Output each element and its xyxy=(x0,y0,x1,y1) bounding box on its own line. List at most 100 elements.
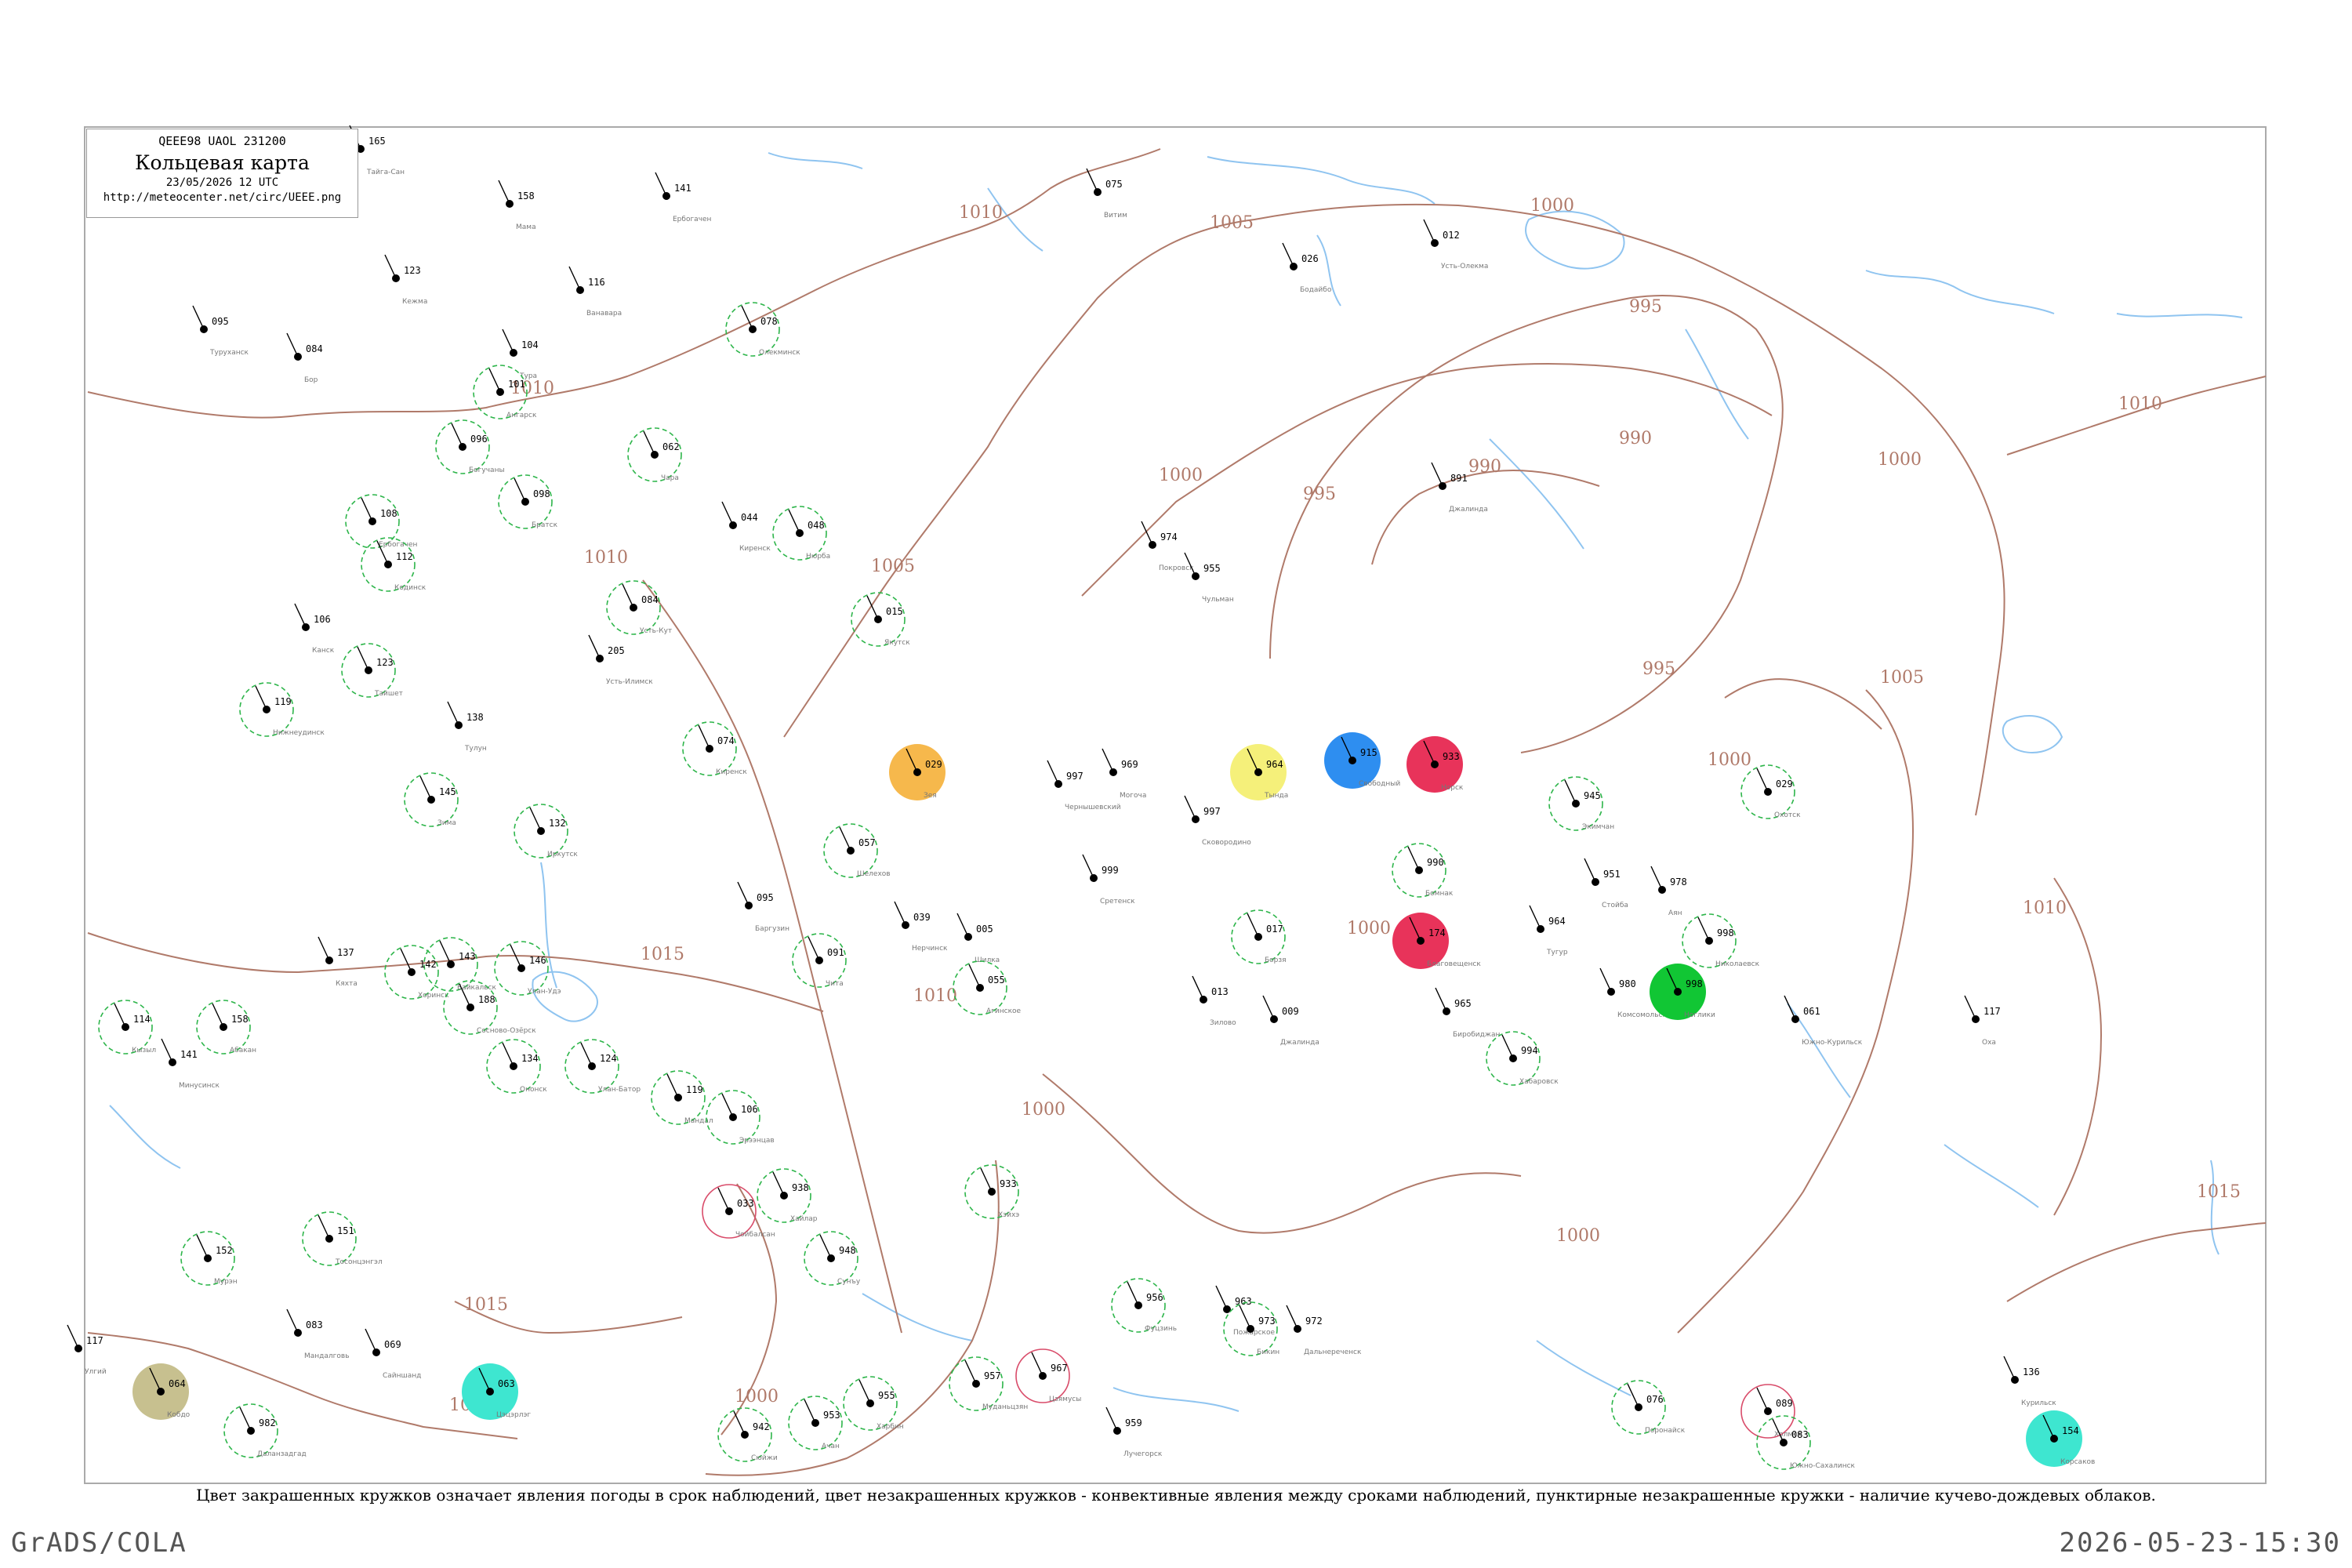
station-57[interactable]: 055 Агинское xyxy=(953,960,1022,1015)
station-5[interactable]: 012 Усть-Олекма xyxy=(1423,219,1488,270)
station-43[interactable]: 999 Сретенск xyxy=(1082,854,1135,906)
station-47[interactable]: 095 Баргузин xyxy=(737,881,789,933)
station-49[interactable]: 005 Шилка xyxy=(956,913,1000,964)
station-36[interactable]: 915 Свободный xyxy=(1324,732,1400,789)
station-69[interactable]: 137 Кяхта xyxy=(318,936,358,988)
station-88[interactable]: 083 Южно-Сахалинск xyxy=(1756,1415,1856,1470)
station-39[interactable]: 029 Охотск xyxy=(1740,764,1801,819)
station-25[interactable]: 205 Усть-Илимск xyxy=(588,634,653,686)
station-7[interactable]: 084 Бор xyxy=(286,332,323,384)
station-99[interactable]: 083 Мандалговь xyxy=(286,1308,350,1360)
station-93[interactable]: 955 Харбин xyxy=(843,1376,904,1431)
station-66[interactable]: 114 Кызыл xyxy=(98,1000,156,1054)
station-52[interactable]: 964 Тугур xyxy=(1529,905,1568,956)
station-79[interactable]: 948 Сунъу xyxy=(804,1231,861,1286)
station-73[interactable]: 124 Улан-Батор xyxy=(564,1039,641,1094)
station-95[interactable]: 064 Кобдо xyxy=(132,1363,191,1420)
station-38[interactable]: 945 Экимчан xyxy=(1548,776,1614,831)
station-45[interactable]: 951 Стойба xyxy=(1584,858,1628,909)
map-url[interactable]: http://meteocenter.net/circ/UEEE.png xyxy=(87,191,358,204)
station-76[interactable]: 033 Чойбалсан xyxy=(702,1184,775,1239)
station-31[interactable]: 029 Зея xyxy=(889,744,946,800)
station-name: Нюрба xyxy=(806,553,830,561)
station-86[interactable]: 076 Поронайск xyxy=(1611,1380,1686,1435)
station-15[interactable]: 044 Киренск xyxy=(721,501,771,553)
station-80[interactable]: 967 Цзямусы xyxy=(1015,1348,1081,1403)
wind-barb-icon xyxy=(666,1073,679,1098)
station-59[interactable]: 009 Джалинда xyxy=(1262,995,1319,1047)
station-13[interactable]: 096 Богучаны xyxy=(435,419,505,474)
station-82[interactable]: 963Пожарское xyxy=(1215,1285,1276,1337)
station-27[interactable]: 123 Тайшет xyxy=(341,643,403,698)
station-61[interactable]: 994 Хабаровск xyxy=(1486,1031,1559,1086)
station-63[interactable]: 998 Ноглики xyxy=(1650,964,1715,1020)
station-name: Шелехов xyxy=(857,870,891,878)
station-50[interactable]: 017 Борзя xyxy=(1231,909,1287,964)
station-46[interactable]: 978 Аян xyxy=(1650,866,1687,917)
station-2[interactable]: 141 Ербогачен xyxy=(655,172,712,223)
station-74[interactable]: 119 Мандал xyxy=(651,1070,713,1125)
station-81[interactable]: 956 Фуцзинь xyxy=(1111,1278,1177,1333)
station-21[interactable]: 108 Ербогачен xyxy=(345,494,418,549)
station-41[interactable]: 132 Иркутск xyxy=(514,804,578,858)
station-pressure: 084 xyxy=(306,343,323,354)
station-32[interactable]: 997 Чернышевский xyxy=(1047,760,1121,811)
station-1[interactable]: 158 Мама xyxy=(498,180,536,231)
station-84[interactable]: 972 Дальнереченск xyxy=(1286,1305,1362,1356)
station-40[interactable]: 145 Зима xyxy=(404,772,459,827)
station-90[interactable]: 136 Курильск xyxy=(2003,1356,2056,1407)
station-98[interactable]: 069 Сайншанд xyxy=(365,1328,421,1380)
station-65[interactable]: 117 Оха xyxy=(1964,995,2001,1047)
station-9[interactable]: 116 Ванавара xyxy=(568,266,622,318)
station-53[interactable]: 998 Николаевск xyxy=(1682,913,1760,968)
station-58[interactable]: 013 Зилово xyxy=(1192,975,1236,1027)
station-77[interactable]: 938 Хайлар xyxy=(757,1168,818,1223)
station-17[interactable]: 015 Якутск xyxy=(851,592,910,647)
station-26[interactable]: 106 Канск xyxy=(294,603,335,655)
station-11[interactable]: 104Тура xyxy=(502,328,539,380)
station-name: Баргузин xyxy=(755,925,789,933)
station-92[interactable]: 953 Ачан xyxy=(788,1396,843,1450)
station-85[interactable]: 959 Лучегорск xyxy=(1105,1406,1163,1458)
station-33[interactable]: 969 Могоча xyxy=(1102,748,1146,800)
station-68[interactable]: 141 Минусинск xyxy=(161,1038,220,1090)
station-67[interactable]: 158 Абакан xyxy=(196,1000,256,1054)
station-100[interactable]: 117 Улгий xyxy=(67,1324,107,1376)
station-78[interactable]: 933 Хэйхэ xyxy=(964,1164,1019,1219)
station-101[interactable]: 152 Мурэн xyxy=(180,1231,238,1286)
station-30[interactable]: 074 Киренск xyxy=(682,721,747,776)
station-75[interactable]: 106 Эрээнцав xyxy=(706,1090,775,1145)
station-60[interactable]: 965 Биробиджан xyxy=(1435,987,1500,1039)
station-37[interactable]: 933 Норск xyxy=(1406,736,1464,793)
station-34[interactable]: 964 Тында xyxy=(1230,744,1288,800)
station-96[interactable]: 063 Цэцэрлэг xyxy=(462,1363,531,1420)
station-42[interactable]: 057 Шелехов xyxy=(823,823,891,878)
station-19[interactable]: 955 Чульман xyxy=(1184,552,1234,604)
station-10[interactable]: 078 Олекминск xyxy=(725,302,800,357)
station-8[interactable]: 123 Кежма xyxy=(384,254,427,306)
station-44[interactable]: 990 Бомнак xyxy=(1392,843,1454,898)
station-64[interactable]: 061 Южно-Курильск xyxy=(1784,995,1863,1047)
station-72[interactable]: 134 Ононск xyxy=(486,1039,547,1094)
station-28[interactable]: 138 Тулун xyxy=(447,701,487,753)
station-6[interactable]: 095 Туруханск xyxy=(192,305,249,357)
station-16[interactable]: 048 Нюрба xyxy=(772,506,830,561)
station-102[interactable]: 151 Тосонцэнгэл xyxy=(302,1211,383,1266)
station-29[interactable]: 119 Нижнеудинск xyxy=(239,682,325,737)
station-56[interactable]: 091 Чита xyxy=(792,933,847,988)
station-51[interactable]: 174 Благовещенск xyxy=(1392,913,1481,969)
station-3[interactable]: 075 Витим xyxy=(1086,168,1127,220)
station-name: Ербогачен xyxy=(673,216,712,223)
river xyxy=(1944,1144,2039,1208)
station-91[interactable]: 942 Сюйжи xyxy=(717,1407,778,1462)
station-94[interactable]: 957 Муданьцзян xyxy=(949,1356,1028,1411)
station-14[interactable]: 062 Чара xyxy=(627,427,682,482)
station-name: Усть-Олекма xyxy=(1441,263,1488,270)
station-89[interactable]: 154 Корсаков xyxy=(2026,1410,2095,1467)
station-48[interactable]: 039 Нерчинск xyxy=(894,901,948,953)
station-97[interactable]: 982 Даланзадгад xyxy=(223,1403,307,1458)
station-23[interactable]: 098 Братск xyxy=(498,474,558,529)
station-70[interactable]: 142 Хоринск xyxy=(384,945,449,1000)
station-35[interactable]: 997 Сковородино xyxy=(1184,795,1251,847)
water-features xyxy=(109,152,2243,1412)
